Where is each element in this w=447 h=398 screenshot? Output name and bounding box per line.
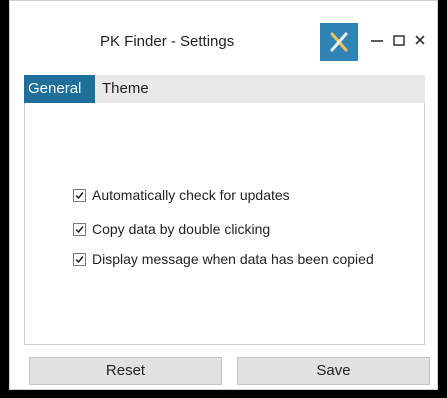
option-label: Display message when data has been copie… (92, 251, 374, 267)
window-title: PK Finder - Settings (100, 33, 235, 50)
tools-button[interactable] (320, 23, 358, 61)
checkmark-icon (75, 255, 84, 263)
option-display-message[interactable]: Display message when data has been copie… (73, 249, 374, 269)
reset-button[interactable]: Reset (29, 357, 222, 385)
tools-icon (330, 32, 348, 52)
maximize-button[interactable] (388, 29, 410, 51)
checkbox[interactable] (73, 252, 86, 266)
option-label: Automatically check for updates (92, 187, 290, 203)
general-panel: Automatically check for updates Copy dat… (24, 103, 425, 345)
checkmark-icon (75, 225, 84, 233)
checkbox[interactable] (73, 188, 86, 202)
minimize-button[interactable] (366, 29, 388, 51)
close-button[interactable] (409, 29, 431, 51)
title-bar: PK Finder - Settings (10, 1, 437, 67)
tab-general[interactable]: General (24, 75, 95, 103)
option-auto-update[interactable]: Automatically check for updates (73, 185, 290, 205)
tab-strip: General Theme (24, 75, 425, 104)
tab-theme[interactable]: Theme (98, 75, 162, 103)
close-icon (415, 35, 425, 45)
checkbox[interactable] (73, 222, 86, 236)
option-copy-double-click[interactable]: Copy data by double clicking (73, 219, 270, 239)
settings-window: PK Finder - Settings General Theme Autom… (9, 0, 438, 390)
checkmark-icon (75, 191, 84, 199)
save-button[interactable]: Save (237, 357, 430, 385)
minimize-icon (371, 40, 383, 42)
maximize-icon (393, 35, 405, 46)
option-label: Copy data by double clicking (92, 221, 271, 237)
